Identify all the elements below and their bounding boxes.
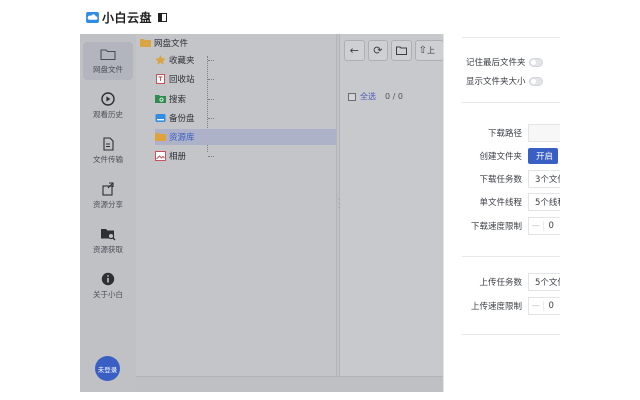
- show-size-row: 显示文件夹大小: [466, 75, 543, 87]
- select-all-label[interactable]: 全选: [360, 91, 376, 102]
- search-folder-icon: [155, 95, 166, 103]
- tree-item-trash[interactable]: 回收站: [155, 71, 195, 87]
- sidebar-item-label: 文件传输: [93, 155, 123, 164]
- sidebar-item-files[interactable]: 网盘文件: [83, 42, 133, 80]
- download-speed-value[interactable]: 0: [542, 221, 560, 231]
- backup-drive-icon: [155, 114, 166, 122]
- star-icon: [155, 55, 166, 65]
- title-bar: 小白云盘: [80, 0, 560, 34]
- tree-item-favorites[interactable]: 收藏夹: [155, 52, 195, 68]
- login-avatar-button[interactable]: 未登录: [95, 356, 120, 381]
- arrow-left-icon: ←: [349, 43, 359, 57]
- tree-item-label: 备份盘: [169, 114, 195, 124]
- tree-item-root[interactable]: 网盘文件: [140, 35, 188, 51]
- decrement-button[interactable]: —: [529, 301, 543, 311]
- tree-connector: [208, 99, 214, 100]
- remember-folder-label: 记住最后文件夹: [466, 58, 526, 68]
- tree-item-label: 相册: [169, 152, 187, 162]
- status-bar: [136, 376, 444, 392]
- divider: [462, 102, 560, 103]
- refresh-icon: ⟳: [373, 43, 383, 57]
- upload-tasks-label: 上传任务数: [479, 278, 522, 288]
- tree-item-search[interactable]: 搜索: [155, 91, 186, 107]
- tree-item-backup[interactable]: 备份盘: [155, 110, 195, 126]
- folder-search-icon: [101, 229, 116, 241]
- download-tasks-label: 下载任务数: [479, 175, 522, 185]
- sidebar-item-label: 网盘文件: [93, 65, 123, 74]
- settings-panel: 记住最后文件夹 显示文件夹大小 下载路径 创建文件夹 开启 下载任务数 3个文件…: [444, 34, 560, 392]
- tree-item-label: 网盘文件: [154, 39, 189, 49]
- upload-speed-label: 上传速度限制: [470, 302, 522, 312]
- divider: [462, 37, 560, 38]
- download-tasks-select[interactable]: 3个文件: [528, 170, 560, 188]
- remember-folder-toggle[interactable]: [528, 57, 543, 67]
- sidebar-item-fetch[interactable]: 资源获取: [83, 222, 133, 260]
- single-thread-label: 单文件线程: [479, 198, 522, 208]
- download-speed-label: 下载速度限制: [470, 222, 522, 232]
- divider: [462, 334, 560, 335]
- sidebar-item-label: 关于小白: [93, 290, 123, 299]
- folder-icon: [140, 39, 151, 47]
- folder-icon: [100, 49, 116, 61]
- trash-icon: [156, 74, 165, 84]
- app-window: 小白云盘 网盘文件 观看历史 文件传输 资源分享 资源获取 关于小白 未登录 网…: [80, 0, 560, 392]
- download-speed-stepper[interactable]: — 0: [528, 217, 560, 235]
- file-transfer-icon: [103, 137, 114, 151]
- screen: 小白云盘 网盘文件 观看历史 文件传输 资源分享 资源获取 关于小白 未登录 网…: [0, 0, 640, 400]
- new-folder-button[interactable]: [391, 39, 412, 61]
- upload-button[interactable]: ⇧ 上: [414, 39, 444, 61]
- sidebar-item-label: 资源分享: [93, 200, 123, 209]
- create-folder-toggle[interactable]: 开启: [528, 148, 558, 164]
- tree-item-album[interactable]: 相册: [155, 148, 186, 164]
- sidebar-rail: 网盘文件 观看历史 文件传输 资源分享 资源获取 关于小白 未登录: [80, 34, 136, 392]
- tree-connector: [208, 156, 214, 157]
- library-icon: [155, 133, 166, 141]
- select-all-row: 全选 0 / 0: [348, 91, 403, 102]
- tree-item-label: 收藏夹: [169, 56, 195, 66]
- show-size-label: 显示文件夹大小: [466, 77, 526, 87]
- new-folder-icon: [395, 46, 407, 55]
- sidebar-item-history[interactable]: 观看历史: [83, 87, 133, 125]
- selection-count: 0 / 0: [385, 92, 403, 101]
- tree-item-library[interactable]: 资源库: [155, 129, 336, 145]
- main-area-overlay: 网盘文件 观看历史 文件传输 资源分享 资源获取 关于小白 未登录 网盘文件 收…: [80, 34, 444, 392]
- sidebar-item-label: 观看历史: [93, 110, 123, 119]
- tree-item-label: 回收站: [169, 75, 195, 85]
- file-list-pane: ← ⟳ ⇧ 上 全选 0 / 0: [340, 34, 444, 376]
- upload-label: 上: [426, 45, 435, 55]
- photo-icon: [155, 151, 166, 161]
- sidebar-item-about[interactable]: 关于小白: [83, 267, 133, 305]
- app-title: 小白云盘: [102, 10, 153, 25]
- download-path-field[interactable]: [528, 124, 560, 142]
- upload-icon: ⇧: [418, 44, 427, 56]
- info-icon: [101, 272, 115, 286]
- upload-tasks-select[interactable]: 5个文件: [528, 273, 560, 291]
- folder-tree: 网盘文件 收藏夹 回收站 搜索 备份盘 资源库 相册: [136, 34, 336, 376]
- download-path-label: 下载路径: [487, 129, 522, 139]
- sidebar-toggle-icon[interactable]: [158, 12, 168, 22]
- upload-speed-value[interactable]: 0: [542, 301, 560, 311]
- remember-folder-row: 记住最后文件夹: [466, 56, 543, 68]
- tree-connector: [208, 118, 214, 119]
- decrement-button[interactable]: —: [529, 221, 543, 231]
- divider: [462, 256, 560, 257]
- tree-connector: [208, 60, 214, 61]
- back-button[interactable]: ←: [344, 39, 365, 61]
- tree-connector: [208, 79, 214, 80]
- single-thread-select[interactable]: 5个线程: [528, 193, 560, 211]
- upload-speed-stepper[interactable]: — 0: [528, 297, 560, 315]
- tree-item-label: 资源库: [169, 133, 195, 143]
- refresh-button[interactable]: ⟳: [367, 39, 389, 61]
- create-folder-label: 创建文件夹: [479, 152, 522, 162]
- select-all-checkbox[interactable]: [348, 92, 356, 101]
- file-toolbar: ← ⟳ ⇧ 上: [340, 34, 444, 66]
- tree-item-label: 搜索: [169, 95, 187, 105]
- show-size-toggle[interactable]: [528, 76, 543, 86]
- sidebar-item-share[interactable]: 资源分享: [83, 177, 133, 215]
- sidebar-item-label: 资源获取: [93, 245, 123, 254]
- share-icon: [102, 182, 114, 196]
- cloud-logo-icon: [86, 11, 99, 23]
- sidebar-item-transfer[interactable]: 文件传输: [83, 132, 133, 170]
- play-circle-icon: [101, 92, 115, 106]
